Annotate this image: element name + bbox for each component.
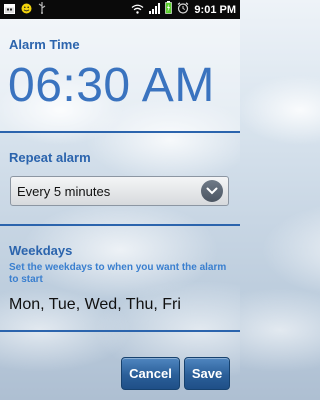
weekdays-heading: Weekdays: [9, 243, 73, 258]
repeat-interval-dropdown[interactable]: Every 5 minutes: [10, 176, 229, 206]
cancel-button[interactable]: Cancel: [121, 357, 180, 390]
battery-charging-icon: [165, 0, 173, 19]
calendar-icon: [4, 1, 15, 19]
section-divider: [0, 330, 240, 332]
smiley-icon: [21, 1, 32, 19]
alarm-time-value[interactable]: 06:30 AM: [8, 58, 215, 113]
save-button[interactable]: Save: [184, 357, 230, 390]
usb-icon: [38, 1, 46, 19]
repeat-alarm-heading: Repeat alarm: [9, 150, 91, 165]
signal-icon: [149, 1, 161, 19]
chevron-down-icon[interactable]: [201, 180, 223, 202]
repeat-interval-selected: Every 5 minutes: [17, 183, 111, 199]
weekdays-hint: Set the weekdays to when you want the al…: [9, 262, 227, 285]
status-bar: 9:01 PM: [0, 0, 240, 19]
wifi-icon: [131, 1, 144, 19]
status-bar-left: [4, 1, 46, 19]
status-bar-right: 9:01 PM: [131, 0, 236, 19]
alarm-clock-icon: [177, 1, 189, 19]
alarm-time-heading: Alarm Time: [9, 37, 80, 52]
section-divider: [0, 131, 240, 133]
section-divider: [0, 224, 240, 226]
status-bar-time: 9:01 PM: [194, 3, 236, 16]
weekdays-value[interactable]: Mon, Tue, Wed, Thu, Fri: [9, 296, 181, 314]
